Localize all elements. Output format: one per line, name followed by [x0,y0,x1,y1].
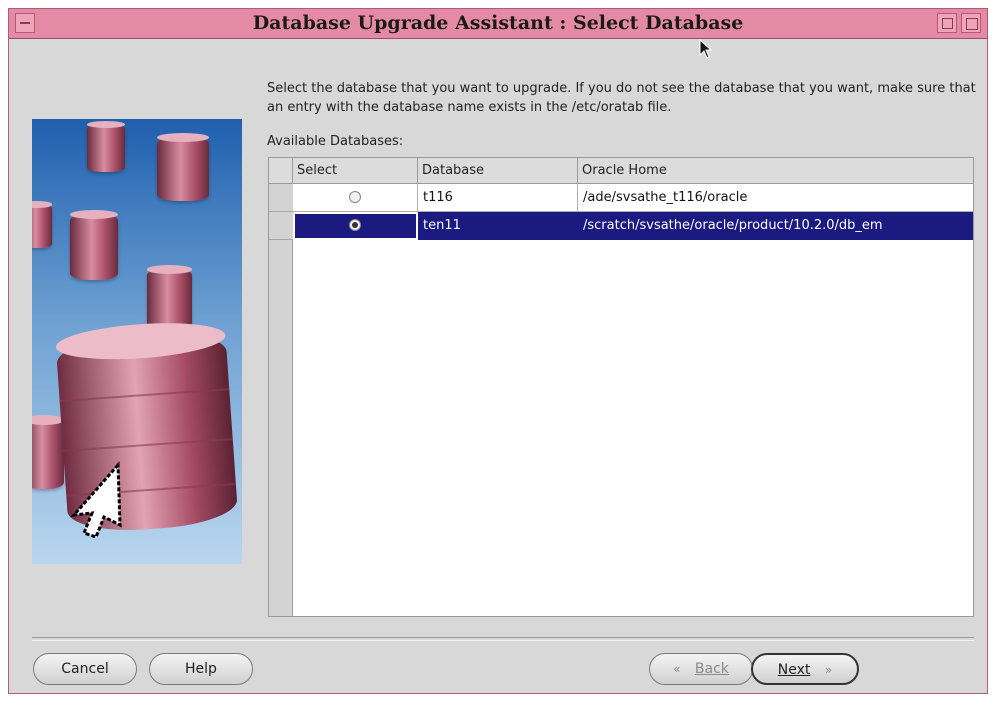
can-band [59,388,230,403]
chevron-right-icon: » [824,663,833,677]
maximize-button[interactable] [937,13,957,33]
select-cell[interactable] [293,184,418,212]
chevron-left-icon: « [673,662,681,676]
database-illustration [32,119,242,564]
instruction-text: Select the database that you want to upg… [267,81,976,115]
button-separator [32,637,974,641]
select-cell[interactable] [293,212,418,240]
next-button-label: Next [777,662,811,678]
database-can-icon [32,201,52,248]
database-can-icon [87,121,125,172]
help-button[interactable]: Help [149,653,253,685]
window-title: Database Upgrade Assistant : Select Data… [252,12,744,34]
database-can-icon [147,265,192,329]
cursor-arrow-icon [70,461,122,539]
oracle-home-cell[interactable]: /ade/svsathe_t116/oracle [578,184,973,212]
back-button-label: Back [694,661,729,677]
close-button[interactable] [961,13,981,33]
radio-button[interactable] [349,191,361,203]
back-button[interactable]: « Back [649,653,753,685]
cancel-button[interactable]: Cancel [33,653,137,685]
dbua-window: Database Upgrade Assistant : Select Data… [8,8,988,694]
mouse-pointer-icon [699,39,713,59]
database-cell[interactable]: ten11 [418,212,578,240]
can-band [63,438,233,452]
row-header[interactable] [269,212,293,240]
column-header-oracle-home[interactable]: Oracle Home [578,158,973,184]
column-header-select[interactable]: Select [293,158,418,184]
row-header[interactable] [269,184,293,212]
databases-table: Select Database Oracle Home t116 /ade/sv… [268,157,974,617]
next-button[interactable]: Next » [751,653,859,685]
column-header-database[interactable]: Database [418,158,578,184]
available-databases-label: Available Databases: [267,134,404,149]
radio-button-checked[interactable] [349,219,361,231]
database-can-icon [32,414,64,489]
database-cell[interactable]: t116 [418,184,578,212]
database-can-icon [157,133,209,201]
database-can-icon [70,210,118,280]
oracle-home-cell[interactable]: /scratch/svsathe/oracle/product/10.2.0/d… [578,212,973,240]
table-corner [269,158,293,184]
title-bar[interactable]: Database Upgrade Assistant : Select Data… [9,9,987,39]
